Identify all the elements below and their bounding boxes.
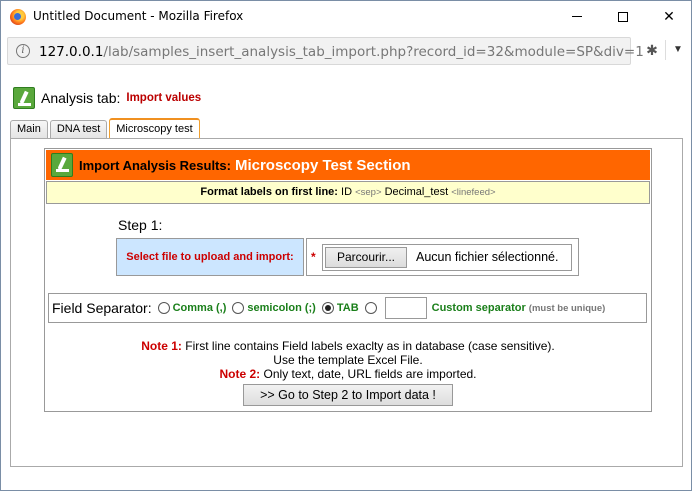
no-file-text: Aucun fichier sélectionné.: [416, 250, 559, 264]
format-id: ID: [341, 186, 353, 198]
note-1-text: First line contains Field labels exaclty…: [185, 339, 555, 353]
option-comma-label[interactable]: Comma (,): [173, 302, 227, 314]
format-field: Decimal_test: [384, 186, 449, 198]
url-path: /lab/samples_insert_analysis_tab_import.…: [103, 44, 644, 60]
radio-semicolon[interactable]: [232, 302, 245, 314]
site-info-icon[interactable]: i: [16, 44, 30, 58]
maximize-icon: [618, 11, 628, 22]
file-input[interactable]: Parcourir... Aucun fichier sélectionné.: [322, 244, 572, 271]
file-upload-cell: * Parcourir... Aucun fichier sélectionné…: [306, 238, 579, 276]
browse-button[interactable]: Parcourir...: [325, 247, 407, 268]
custom-separator-hint: (must be unique): [528, 302, 606, 314]
section-header: Import Analysis Results: Microscopy Test…: [46, 150, 650, 180]
radio-tab[interactable]: [321, 302, 334, 314]
tab-dna-test[interactable]: DNA test: [49, 120, 108, 138]
step-label: Step 1:: [118, 217, 163, 233]
window-title: Untitled Document - Mozilla Firefox: [33, 9, 244, 23]
field-separator-label: Field Separator:: [52, 300, 152, 316]
minimize-icon: [572, 16, 582, 17]
radio-custom[interactable]: [364, 302, 377, 314]
format-hint: Format labels on first line: ID <sep> De…: [46, 181, 650, 204]
page-subtitle: Import values: [126, 92, 202, 104]
title-bar: Untitled Document - Mozilla Firefox ✕: [1, 1, 691, 32]
tab-main[interactable]: Main: [10, 120, 48, 138]
close-button[interactable]: ✕: [646, 1, 692, 32]
custom-separator-input[interactable]: [384, 297, 427, 319]
format-linefeed: <linefeed>: [451, 187, 496, 198]
page-title: Analysis tab:: [41, 90, 121, 106]
page-content: Analysis tab: Import values Main DNA tes…: [1, 70, 691, 490]
close-icon: ✕: [663, 8, 675, 25]
extension-icon[interactable]: ✱: [644, 42, 660, 58]
firefox-icon: [10, 9, 26, 25]
tab-bar: Main DNA test Microscopy test: [10, 118, 202, 139]
menu-chevron-down-icon[interactable]: ▼: [672, 42, 684, 58]
field-separator-row: Field Separator: Comma (,) semicolon (;)…: [48, 293, 647, 323]
url-host: 127.0.0.1: [39, 44, 104, 60]
section-title: Microscopy Test Section: [234, 156, 411, 174]
tab-microscopy-test[interactable]: Microscopy test: [109, 118, 200, 139]
note-2: Note 2: Only text, date, URL fields are …: [45, 367, 651, 381]
note-1: Note 1: First line contains Field labels…: [45, 339, 651, 353]
format-label: Format labels on first line:: [200, 186, 338, 198]
option-custom-label[interactable]: Custom separator: [432, 302, 526, 314]
page-heading: Analysis tab: Import values: [13, 86, 201, 110]
toolbar-divider: [665, 40, 666, 60]
maximize-button[interactable]: [600, 1, 646, 32]
option-tab-label[interactable]: TAB: [337, 302, 359, 314]
tab-panel: Import Analysis Results: Microscopy Test…: [10, 138, 683, 467]
minimize-button[interactable]: [554, 1, 600, 32]
url-bar[interactable]: i 127.0.0.1/lab/samples_insert_analysis_…: [7, 37, 644, 65]
test-tube-icon: [51, 153, 73, 177]
note-2-text: Only text, date, URL fields are imported…: [263, 367, 477, 381]
note-1-line-2: Use the template Excel File.: [273, 353, 423, 367]
browser-window: Untitled Document - Mozilla Firefox ✕ i …: [0, 0, 692, 491]
note-2-label: Note 2:: [219, 367, 261, 381]
go-to-step-2-button[interactable]: >> Go to Step 2 to Import data !: [243, 384, 453, 406]
note-1-label: Note 1:: [141, 339, 182, 353]
section-title-prefix: Import Analysis Results:: [79, 157, 231, 173]
option-semicolon-label[interactable]: semicolon (;): [247, 302, 315, 314]
import-form: Import Analysis Results: Microscopy Test…: [44, 148, 652, 412]
format-sep: <sep>: [355, 187, 382, 198]
radio-comma[interactable]: [157, 302, 170, 314]
navigation-bar: i 127.0.0.1/lab/samples_insert_analysis_…: [1, 32, 691, 70]
test-tube-icon: [13, 87, 35, 109]
notes: Note 1: First line contains Field labels…: [45, 339, 651, 381]
required-mark: *: [311, 250, 316, 264]
url-text[interactable]: 127.0.0.1/lab/samples_insert_analysis_ta…: [39, 44, 644, 60]
file-upload-label: Select file to upload and import:: [116, 238, 304, 276]
